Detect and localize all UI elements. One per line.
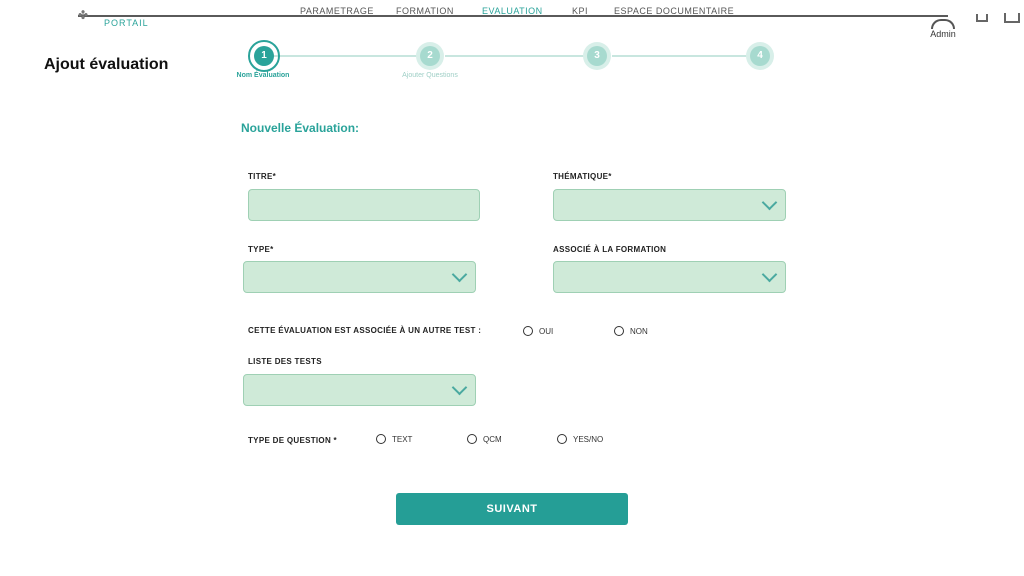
radio-text-label: TEXT (392, 434, 413, 444)
chevron-down-icon (761, 194, 778, 211)
radio-non-label: NON (630, 326, 648, 336)
stepper: 1 Nom Évaluation 2 Ajouter Questions 3 4 (237, 40, 780, 94)
liste-tests-label: LISTE DES TESTS (248, 357, 322, 366)
nav-parametrage[interactable]: PARAMETRAGE (300, 6, 374, 16)
radio-qcm-label: QCM (483, 434, 502, 444)
radio-circle-icon (376, 434, 386, 444)
question-type-label: TYPE DE QUESTION * (248, 436, 337, 445)
step-number: 4 (750, 46, 770, 66)
titre-input[interactable] (248, 189, 480, 221)
chevron-down-icon (761, 266, 778, 283)
radio-qcm[interactable]: QCM (467, 434, 502, 444)
logo-icon: ✤ (78, 8, 89, 22)
titre-label: TITRE* (248, 172, 277, 181)
assoc-test-label: CETTE ÉVALUATION EST ASSOCIÉE À UN AUTRE… (248, 326, 482, 335)
radio-circle-icon (614, 326, 624, 336)
logout-icon[interactable] (1004, 13, 1020, 23)
radio-oui[interactable]: OUI (523, 326, 553, 336)
chevron-down-icon (451, 379, 468, 396)
formation-select[interactable] (553, 261, 786, 293)
step-2: 2 (416, 42, 444, 70)
liste-tests-select[interactable] (243, 374, 476, 406)
radio-circle-icon (523, 326, 533, 336)
nav-espace-documentaire[interactable]: ESPACE DOCUMENTAIRE (614, 6, 734, 16)
thematique-select[interactable] (553, 189, 786, 221)
step-number: 2 (420, 46, 440, 66)
step-1-label: Nom Évaluation (236, 72, 290, 79)
radio-oui-label: OUI (539, 326, 554, 336)
chevron-down-icon (451, 266, 468, 283)
stepper-connector (445, 55, 585, 57)
radio-circle-icon (467, 434, 477, 444)
step-1: 1 (248, 40, 280, 72)
admin-menu[interactable]: Admin (928, 15, 958, 39)
bell-icon[interactable] (976, 14, 988, 22)
page-title: Ajout évaluation (44, 56, 169, 73)
radio-yes-no-label: YES/NO (573, 434, 604, 444)
user-icon (931, 19, 955, 29)
suivant-button[interactable]: SUIVANT (396, 493, 628, 525)
admin-label: Admin (930, 29, 956, 39)
radio-yes-no[interactable]: YES/NO (557, 434, 603, 444)
type-select[interactable] (243, 261, 476, 293)
section-title: Nouvelle Évaluation: (241, 121, 360, 135)
step-4: 4 (746, 42, 774, 70)
radio-non[interactable]: NON (614, 326, 648, 336)
stepper-connector (612, 55, 747, 57)
nav-evaluation[interactable]: EVALUATION (482, 6, 543, 16)
step-3: 3 (583, 42, 611, 70)
top-header: ✤ PORTAIL PARAMETRAGE FORMATION EVALUATI… (78, 0, 1020, 39)
stepper-connector (270, 55, 418, 57)
formation-label: ASSOCIÉ À LA FORMATION (553, 245, 667, 254)
radio-circle-icon (557, 434, 567, 444)
logo-text: PORTAIL (104, 18, 149, 28)
step-number: 1 (254, 46, 274, 66)
step-number: 3 (587, 46, 607, 66)
nav-formation[interactable]: FORMATION (396, 6, 454, 16)
nav-kpi[interactable]: KPI (572, 6, 588, 16)
type-label: TYPE* (248, 245, 274, 254)
thematique-label: THÉMATIQUE* (553, 172, 612, 181)
step-2-label: Ajouter Questions (402, 72, 458, 79)
radio-text[interactable]: TEXT (376, 434, 412, 444)
